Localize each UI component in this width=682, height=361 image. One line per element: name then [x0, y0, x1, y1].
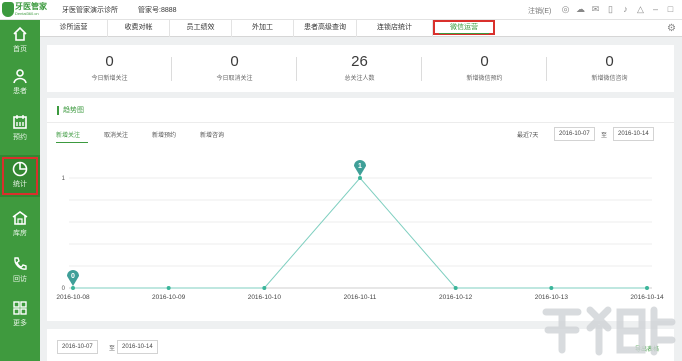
shirt-icon[interactable]: △ [635, 3, 646, 15]
marker-label: 0 [71, 273, 75, 280]
app-logo: 牙医管家 Dental360.cn [2, 1, 47, 19]
x-tick-label: 2016-10-11 [344, 294, 377, 301]
marker-label: 1 [358, 163, 362, 170]
tab-chain-store-statistics[interactable]: 连锁店统计 [357, 20, 433, 37]
watermark-logo [542, 306, 676, 356]
data-point [71, 286, 75, 290]
sidebar-item-label: 预约 [13, 134, 27, 141]
module-tabs: 诊所运营 收费对帐 员工绩效 外加工 患者高级查询 连锁店统计 微信运营 ⚙ [40, 20, 682, 37]
maximize-icon[interactable]: □ [665, 3, 676, 15]
minimize-icon[interactable]: – [650, 3, 661, 15]
sidebar-item-label: 患者 [13, 88, 27, 95]
logo-subtext: Dental360.cn [15, 11, 39, 16]
mail-icon[interactable]: ✉ [590, 3, 601, 15]
home-icon [13, 26, 27, 41]
data-point [358, 176, 362, 180]
phone-callback-icon [14, 257, 27, 270]
y-tick-label: 0 [62, 286, 66, 292]
data-point [453, 286, 458, 290]
sidebar: 首页 患者 预约 统计 库房 回访 更多 [0, 20, 40, 361]
y-tick-label: 1 [62, 176, 66, 182]
stat-label: 新增微信预约 [466, 76, 503, 82]
clinic-name: 牙医管家演示诊所 [62, 7, 118, 14]
data-point [166, 286, 171, 290]
stat-value: 0 [480, 53, 489, 70]
tab-wechat-operations[interactable]: 微信运营 [433, 20, 495, 35]
sidebar-item-label: 更多 [13, 320, 27, 327]
stat-today-new-follows: 0 今日新增关注 [47, 45, 172, 92]
sidebar-item-appointments[interactable]: 预约 [0, 108, 40, 150]
sidebar-item-label: 首页 [13, 46, 27, 53]
data-point [262, 286, 267, 290]
x-tick-label: 2016-10-10 [248, 294, 282, 301]
tab-billing-reconciliation[interactable]: 收费对帐 [108, 20, 170, 37]
stat-total-followers: 26 总关注人数 [297, 45, 422, 92]
chat-icon[interactable]: ◎ [560, 3, 571, 15]
stat-label: 今日取消关注 [216, 76, 253, 82]
line-chart: 0 1 2016-10-08 2016-10-09 2016-10-10 2016-10-… [56, 160, 664, 301]
tooth-logo-icon [2, 2, 14, 17]
date-range-separator: 至 [109, 346, 116, 352]
tab-outsourcing[interactable]: 外加工 [232, 20, 294, 37]
stat-new-wechat-inquiries: 0 新增微信咨询 [547, 45, 672, 92]
tab-staff-performance[interactable]: 员工绩效 [170, 20, 232, 37]
cloud-icon[interactable]: ☁ [575, 3, 586, 15]
sidebar-item-patients[interactable]: 患者 [0, 62, 40, 104]
table-start-date-field[interactable]: 2016-10-07 [57, 340, 98, 354]
x-tick-label: 2016-10-09 [152, 294, 186, 301]
trend-chart-panel: 趋势图 新增关注 取消关注 新增预约 新增咨询 最近7天 2016-10-07 … [47, 98, 674, 321]
stat-label: 总关注人数 [344, 76, 375, 82]
stat-value: 0 [605, 53, 614, 70]
warehouse-icon [12, 211, 28, 225]
x-tick-label: 2016-10-12 [439, 294, 473, 301]
tab-clinic-operations[interactable]: 诊所运营 [40, 20, 108, 37]
stat-label: 新增微信咨询 [591, 76, 628, 82]
settings-gear-icon[interactable]: ⚙ [667, 23, 678, 34]
data-point [549, 286, 554, 290]
bell-icon[interactable]: ♪ [620, 3, 631, 15]
x-tick-label: 2016-10-08 [56, 294, 90, 301]
stat-value: 0 [105, 53, 114, 70]
sidebar-item-home[interactable]: 首页 [0, 20, 40, 62]
stat-new-wechat-appointments: 0 新增微信预约 [422, 45, 547, 92]
data-point [645, 286, 649, 290]
sidebar-item-warehouse[interactable]: 库房 [0, 204, 40, 246]
active-highlight [2, 157, 38, 195]
user-icon [13, 69, 27, 84]
sidebar-item-more[interactable]: 更多 [0, 294, 40, 336]
stat-label: 今日新增关注 [91, 76, 128, 82]
logout-link[interactable]: 注销(E) [528, 6, 551, 16]
stats-panel: 0 今日新增关注 0 今日取消关注 26 总关注人数 0 新增微信预约 0 新增… [47, 45, 674, 92]
stat-today-unfollows: 0 今日取消关注 [172, 45, 297, 92]
title-bar: 牙医管家 Dental360.cn 牙医管家演示诊所 管家号:8888 注销(E… [0, 0, 682, 20]
calendar-icon [13, 115, 27, 129]
table-end-date-field[interactable]: 2016-10-14 [117, 340, 158, 354]
sidebar-item-label: 回访 [13, 276, 27, 283]
account-id: 管家号:8888 [138, 7, 177, 14]
sidebar-item-statistics[interactable]: 统计 [0, 155, 40, 197]
stat-value: 26 [351, 53, 368, 70]
sidebar-item-followup[interactable]: 回访 [0, 250, 40, 292]
stat-value: 0 [230, 53, 239, 70]
phone-icon[interactable]: ▯ [605, 3, 616, 15]
grid-icon [13, 301, 27, 315]
sidebar-item-label: 库房 [13, 230, 27, 237]
tab-patient-advanced-search[interactable]: 患者高级查询 [294, 20, 357, 37]
series-line [73, 177, 647, 289]
